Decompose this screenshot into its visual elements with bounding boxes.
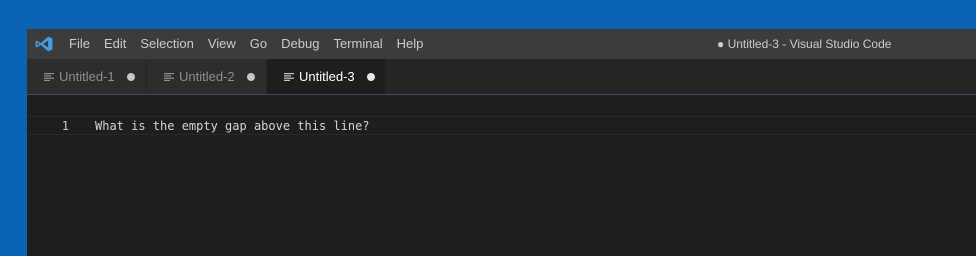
menu-help[interactable]: Help	[390, 29, 431, 59]
line-number: 1	[61, 119, 69, 133]
unsaved-dot-icon[interactable]	[126, 72, 135, 81]
menu-go[interactable]: Go	[243, 29, 274, 59]
menu-debug[interactable]: Debug	[274, 29, 326, 59]
line-text[interactable]: What is the empty gap above this line?	[95, 117, 370, 135]
tab-untitled-1[interactable]: Untitled-1	[27, 59, 147, 94]
unsaved-dot-icon[interactable]	[366, 72, 375, 81]
tab-label: Untitled-2	[179, 69, 235, 84]
menu-view[interactable]: View	[201, 29, 243, 59]
menu-selection[interactable]: Selection	[133, 29, 200, 59]
title-bar[interactable]: File Edit Selection View Go Debug Termin…	[27, 29, 976, 59]
menu-edit[interactable]: Edit	[97, 29, 133, 59]
tab-label: Untitled-3	[299, 69, 355, 84]
menu-terminal[interactable]: Terminal	[326, 29, 389, 59]
breadcrumb-bar	[27, 94, 976, 116]
unsaved-dot-icon[interactable]	[246, 72, 255, 81]
menu-bar: File Edit Selection View Go Debug Termin…	[62, 29, 430, 59]
menu-file[interactable]: File	[62, 29, 97, 59]
tab-untitled-2[interactable]: Untitled-2	[147, 59, 267, 94]
tab-label: Untitled-1	[59, 69, 115, 84]
tab-untitled-3[interactable]: Untitled-3	[267, 59, 386, 94]
tab-bar: Untitled-1 Untitled-2 Untitled-3	[27, 59, 976, 94]
text-file-icon	[164, 72, 174, 81]
text-file-icon	[44, 72, 54, 81]
vscode-window: File Edit Selection View Go Debug Termin…	[27, 29, 976, 256]
vscode-logo-icon[interactable]	[35, 36, 53, 52]
text-file-icon	[284, 72, 294, 81]
editor-line[interactable]: 1 What is the empty gap above this line?	[27, 116, 976, 135]
window-title: ● Untitled-3 - Visual Studio Code	[717, 37, 892, 51]
editor-area[interactable]: 1 What is the empty gap above this line?	[27, 116, 976, 256]
